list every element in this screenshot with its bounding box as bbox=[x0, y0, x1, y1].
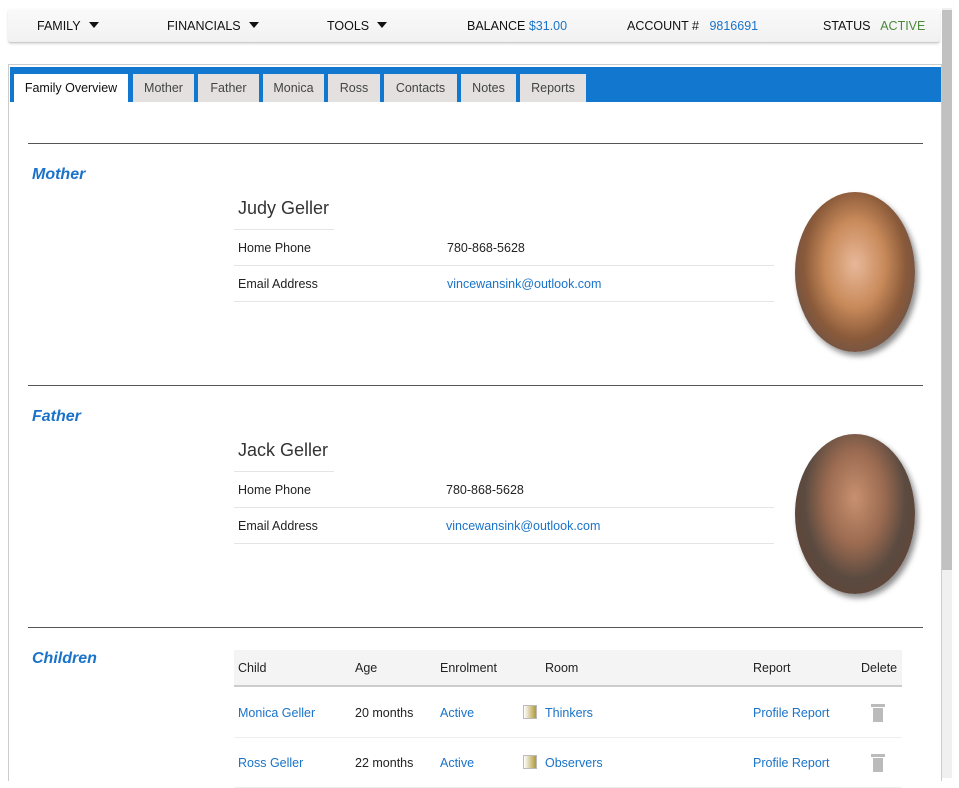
enrolment-link[interactable]: Active bbox=[440, 756, 474, 770]
col-enrolment: Enrolment bbox=[440, 661, 497, 675]
father-phone-row: Home Phone 780-868-5628 bbox=[234, 472, 774, 508]
divider bbox=[28, 627, 923, 628]
phone-label: Home Phone bbox=[238, 241, 311, 255]
tab-father[interactable]: Father bbox=[198, 74, 259, 102]
room-link[interactable]: Thinkers bbox=[545, 706, 593, 720]
financials-menu-label: FINANCIALS bbox=[167, 19, 241, 33]
email-link[interactable]: vincewansink@outlook.com bbox=[447, 277, 601, 291]
mother-email-row: Email Address vincewansink@outlook.com bbox=[234, 266, 774, 302]
mother-phone-row: Home Phone 780-868-5628 bbox=[234, 230, 774, 266]
col-delete: Delete bbox=[861, 661, 898, 675]
enrolment-link[interactable]: Active bbox=[440, 706, 474, 720]
phone-value: 780-868-5628 bbox=[446, 483, 524, 497]
col-room: Room bbox=[545, 661, 579, 675]
top-navigation-bar: FAMILY FINANCIALS TOOLS BALANCE $31.00 A… bbox=[8, 9, 940, 43]
email-link[interactable]: vincewansink@outlook.com bbox=[446, 519, 600, 533]
tab-ross[interactable]: Ross bbox=[328, 74, 380, 102]
account-number: ACCOUNT # 9816691 bbox=[627, 19, 758, 33]
father-email-row: Email Address vincewansink@outlook.com bbox=[234, 508, 774, 544]
room-link[interactable]: Observers bbox=[545, 756, 603, 770]
divider bbox=[28, 143, 923, 144]
financials-menu[interactable]: FINANCIALS bbox=[167, 19, 259, 33]
table-row: Monica Geller 20 months Active Thinkers … bbox=[234, 688, 902, 738]
account-value: 9816691 bbox=[709, 19, 759, 33]
email-label: Email Address bbox=[238, 277, 318, 291]
divider bbox=[28, 385, 923, 386]
child-age: 22 months bbox=[355, 756, 414, 770]
col-child: Child bbox=[238, 661, 267, 675]
tools-menu[interactable]: TOOLS bbox=[327, 19, 388, 33]
account-status: STATUS ACTIVE bbox=[823, 19, 925, 33]
caret-down-icon bbox=[248, 22, 259, 28]
phone-label: Home Phone bbox=[238, 483, 311, 497]
tab-contacts[interactable]: Contacts bbox=[384, 74, 457, 102]
tools-menu-label: TOOLS bbox=[327, 19, 370, 33]
profile-report-link[interactable]: Profile Report bbox=[753, 706, 829, 720]
children-table-header: Child Age Enrolment Room Report Delete bbox=[234, 650, 902, 687]
phone-value: 780-868-5628 bbox=[447, 241, 525, 255]
email-label: Email Address bbox=[238, 519, 318, 533]
col-age: Age bbox=[355, 661, 378, 675]
room-color-icon bbox=[523, 755, 537, 769]
caret-down-icon bbox=[88, 22, 99, 28]
father-heading: Father bbox=[32, 408, 81, 425]
tab-bar: Family Overview Mother Father Monica Ros… bbox=[10, 67, 941, 104]
trash-icon[interactable] bbox=[871, 704, 885, 722]
father-photo bbox=[795, 434, 915, 594]
mother-name: Judy Geller bbox=[234, 198, 334, 230]
balance-label: BALANCE bbox=[467, 19, 526, 33]
tab-mother[interactable]: Mother bbox=[133, 74, 194, 102]
scrollbar-thumb[interactable] bbox=[942, 10, 952, 570]
family-menu[interactable]: FAMILY bbox=[37, 19, 99, 33]
tab-monica[interactable]: Monica bbox=[263, 74, 324, 102]
child-link[interactable]: Monica Geller bbox=[238, 706, 315, 720]
child-link[interactable]: Ross Geller bbox=[238, 756, 303, 770]
status-label: STATUS bbox=[823, 19, 871, 33]
balance: BALANCE $31.00 bbox=[467, 19, 567, 33]
mother-photo bbox=[795, 192, 915, 352]
account-label: ACCOUNT # bbox=[627, 19, 700, 33]
tab-reports[interactable]: Reports bbox=[520, 74, 586, 102]
children-heading: Children bbox=[32, 650, 97, 667]
room-color-icon bbox=[523, 705, 537, 719]
family-menu-label: FAMILY bbox=[37, 19, 81, 33]
tab-notes[interactable]: Notes bbox=[461, 74, 516, 102]
child-age: 20 months bbox=[355, 706, 414, 720]
balance-value: $31.00 bbox=[528, 19, 568, 33]
caret-down-icon bbox=[377, 22, 388, 28]
col-report: Report bbox=[753, 661, 791, 675]
tab-family-overview[interactable]: Family Overview bbox=[14, 74, 128, 104]
profile-report-link[interactable]: Profile Report bbox=[753, 756, 829, 770]
trash-icon[interactable] bbox=[871, 754, 885, 772]
father-name: Jack Geller bbox=[234, 440, 334, 472]
scrollbar[interactable] bbox=[942, 8, 952, 778]
status-value: ACTIVE bbox=[880, 19, 926, 33]
mother-heading: Mother bbox=[32, 166, 86, 183]
content-panel: Family Overview Mother Father Monica Ros… bbox=[8, 64, 942, 788]
